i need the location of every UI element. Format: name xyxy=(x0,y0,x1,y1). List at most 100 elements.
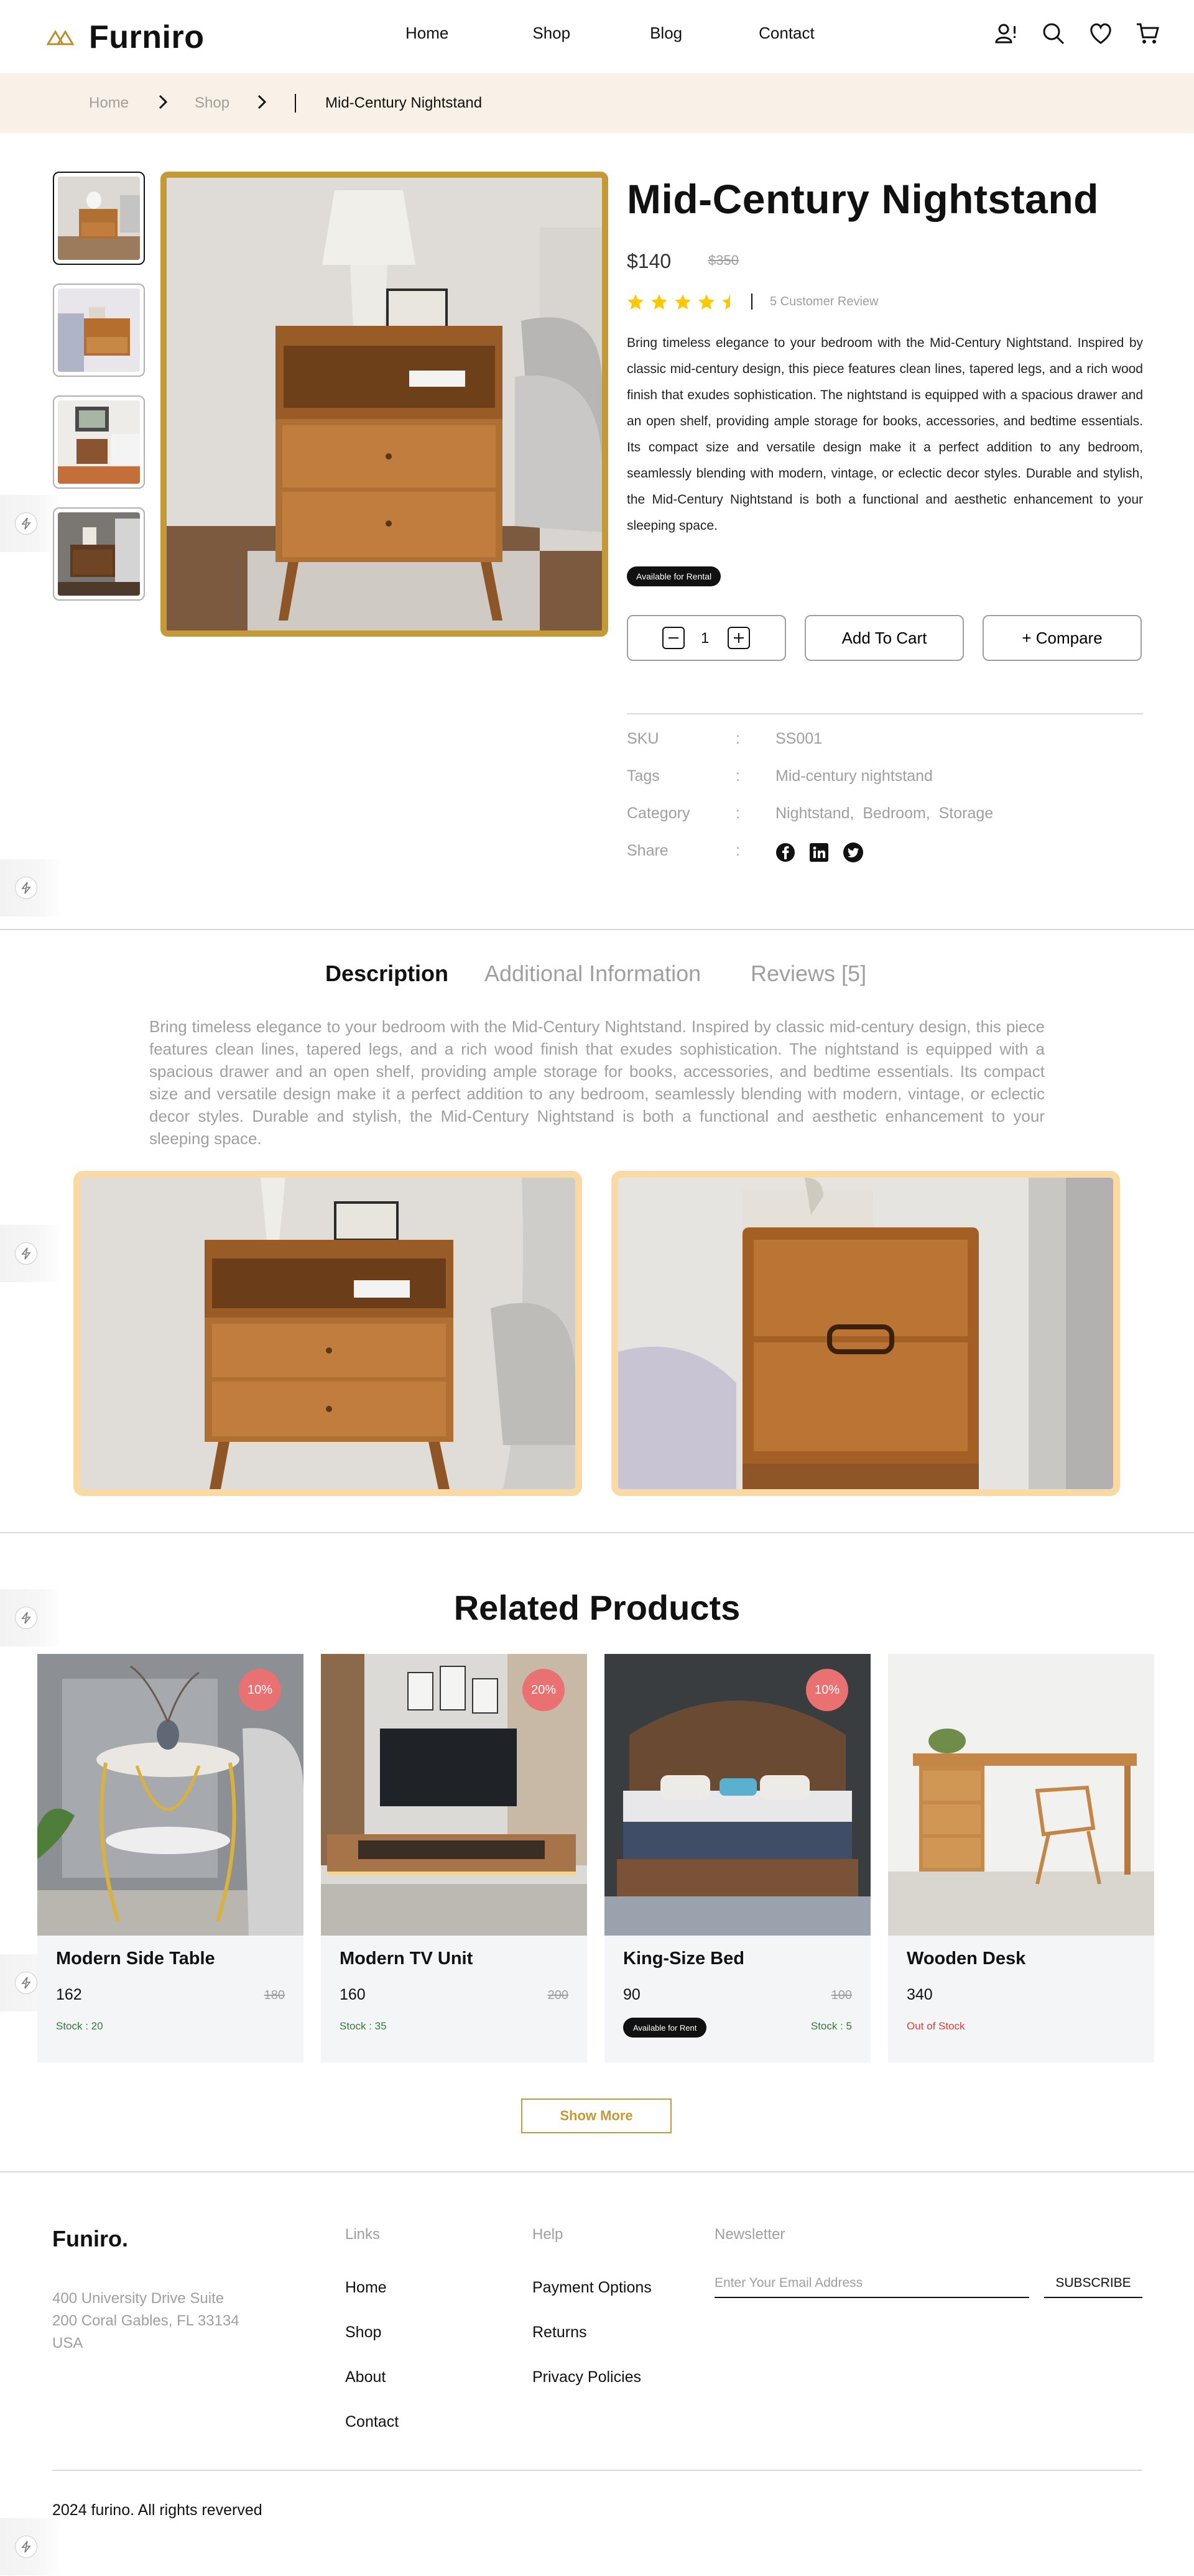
thumbnail-1[interactable] xyxy=(53,172,145,265)
nav-home[interactable]: Home xyxy=(405,24,448,43)
meta-value: SS001 xyxy=(775,730,823,747)
star-icon xyxy=(651,294,667,310)
main-product-image[interactable] xyxy=(160,172,608,637)
desk-photo xyxy=(888,1654,1154,1936)
newsletter-email-input[interactable]: Enter Your Email Address xyxy=(715,2268,1029,2298)
meta-value: Mid-century nightstand xyxy=(775,767,933,785)
twitter-icon[interactable] xyxy=(843,842,864,863)
address-line: 200 Coral Gables, FL 33134 xyxy=(52,2312,239,2329)
footer-link-about[interactable]: About xyxy=(345,2368,386,2386)
product-name[interactable]: King-Size Bed xyxy=(623,1949,744,1969)
footer-link-payment-options[interactable]: Payment Options xyxy=(532,2279,652,2297)
long-description: Bring timeless elegance to your bedroom … xyxy=(149,1017,1045,1148)
tab-additional-information[interactable]: Additional Information xyxy=(484,961,701,987)
product-image xyxy=(888,1654,1154,1936)
meta-colon: : xyxy=(736,730,740,747)
footer-link-privacy-policies[interactable]: Privacy Policies xyxy=(532,2368,641,2386)
star-icon xyxy=(698,294,715,310)
product-price: 90 xyxy=(623,1986,641,2003)
copyright: 2024 furino. All rights reverved xyxy=(52,2501,262,2519)
tab-reviews[interactable]: Reviews [5] xyxy=(751,961,866,987)
address-line: USA xyxy=(52,2335,83,2352)
account-alert-icon[interactable] xyxy=(994,21,1019,46)
stock-status: Stock : 35 xyxy=(340,2020,387,2032)
gallery-image-1[interactable] xyxy=(73,1171,582,1496)
divider xyxy=(627,713,1143,714)
footer-newsletter-heading: Newsletter xyxy=(715,2226,785,2243)
nav-blog[interactable]: Blog xyxy=(650,24,682,43)
side-widget[interactable] xyxy=(0,2518,62,2575)
review-count[interactable]: 5 Customer Review xyxy=(770,295,879,309)
quantity-increase-button[interactable] xyxy=(728,627,750,649)
star-icon xyxy=(675,294,691,310)
meta-category: Category : Nightstand, Bedroom, Storage xyxy=(627,805,993,823)
product-card[interactable]: 20% Modern TV Unit 160 200 Stock : 35 xyxy=(321,1654,587,2062)
product-price: 162 xyxy=(56,1986,82,2003)
thumbnail-2[interactable] xyxy=(53,284,145,377)
nightstand-photo xyxy=(167,178,602,630)
product-name[interactable]: Modern TV Unit xyxy=(340,1949,473,1969)
discount-badge: 10% xyxy=(239,1669,281,1711)
product-title: Mid-Century Nightstand xyxy=(627,176,1099,222)
add-to-cart-button[interactable]: Add To Cart xyxy=(805,615,964,661)
logo-mark-icon xyxy=(47,30,75,45)
quantity-value[interactable]: 1 xyxy=(701,630,709,647)
compare-button[interactable]: + Compare xyxy=(983,615,1142,661)
footer-link-returns[interactable]: Returns xyxy=(532,2324,587,2342)
nav-shop[interactable]: Shop xyxy=(532,24,570,43)
star-half-icon xyxy=(722,294,730,310)
logo[interactable]: Furniro xyxy=(47,19,204,56)
star-icon xyxy=(627,294,644,310)
subscribe-button[interactable]: SUBSCRIBE xyxy=(1044,2268,1142,2298)
logo-text: Furniro xyxy=(89,19,205,55)
product-card[interactable]: Wooden Desk 340 Out of Stock xyxy=(888,1654,1154,2062)
section-divider xyxy=(0,1532,1194,1533)
breadcrumb-divider xyxy=(295,94,296,113)
star-rating xyxy=(627,293,739,310)
breadcrumb-current: Mid-Century Nightstand xyxy=(325,95,483,111)
main-nav: Home Shop Blog Contact xyxy=(405,24,815,43)
meta-label: Tags xyxy=(627,767,660,785)
show-more-button[interactable]: Show More xyxy=(521,2098,672,2133)
thumbnail-3[interactable] xyxy=(53,395,145,489)
meta-sku: SKU : SS001 xyxy=(627,730,822,748)
footer-brand: Funiro. xyxy=(52,2226,128,2251)
product-old-price: 200 xyxy=(547,1988,568,2002)
nightstand-thumbnail-image xyxy=(58,289,140,372)
nightstand-closeup-photo xyxy=(618,1178,1113,1489)
meta-colon: : xyxy=(736,842,740,859)
footer-link-shop[interactable]: Shop xyxy=(345,2324,381,2342)
tab-description[interactable]: Description xyxy=(325,961,448,987)
product-price: 340 xyxy=(907,1986,933,2003)
product-card[interactable]: 10% Modern Side Table 162 180 Stock : 20 xyxy=(37,1654,303,2062)
meta-value: Nightstand, Bedroom, Storage xyxy=(775,805,994,822)
footer-help-heading: Help xyxy=(532,2226,563,2243)
product-old-price: 100 xyxy=(831,1988,852,2002)
breadcrumb-home[interactable]: Home xyxy=(89,95,129,112)
footer-link-home[interactable]: Home xyxy=(345,2279,387,2297)
product-description: Bring timeless elegance to your bedroom … xyxy=(627,336,1143,533)
thumbnail-4[interactable] xyxy=(53,507,145,601)
cart-icon[interactable] xyxy=(1136,21,1160,46)
side-widget[interactable] xyxy=(0,1225,62,1282)
rental-badge: Available for Rental xyxy=(627,566,721,586)
linkedin-icon[interactable] xyxy=(809,843,829,862)
breadcrumb-shop[interactable]: Shop xyxy=(195,95,229,112)
product-card[interactable]: 10% King-Size Bed 90 100 Available for R… xyxy=(604,1654,871,2062)
quantity-decrease-button[interactable] xyxy=(662,627,685,649)
gallery-image-2[interactable] xyxy=(611,1171,1120,1496)
search-icon[interactable] xyxy=(1041,21,1066,46)
product-name[interactable]: Wooden Desk xyxy=(907,1949,1025,1969)
bolt-icon xyxy=(15,877,37,899)
product-old-price: $350 xyxy=(708,252,739,268)
facebook-icon[interactable] xyxy=(775,843,795,862)
heart-icon[interactable] xyxy=(1088,21,1113,46)
header-icons xyxy=(994,21,1160,46)
section-divider xyxy=(0,2171,1194,2172)
side-widget[interactable] xyxy=(0,859,62,916)
product-name[interactable]: Modern Side Table xyxy=(56,1949,215,1969)
nav-contact[interactable]: Contact xyxy=(759,24,815,43)
footer-link-contact[interactable]: Contact xyxy=(345,2413,399,2431)
product-price: $140 xyxy=(627,250,672,272)
rent-badge: Available for Rent xyxy=(623,2018,707,2038)
